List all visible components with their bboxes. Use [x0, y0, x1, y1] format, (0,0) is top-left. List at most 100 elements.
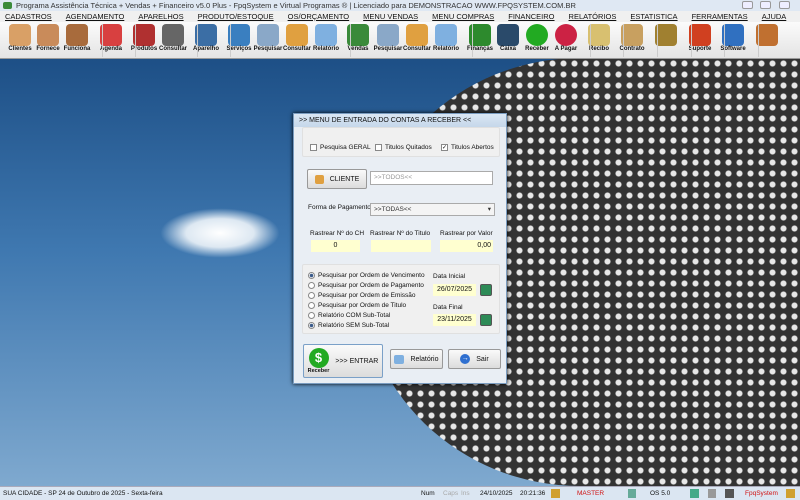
supplier-icon	[37, 24, 59, 46]
clients-icon	[9, 24, 31, 46]
window-title: Programa Assistência Técnica + Vendas + …	[16, 1, 576, 10]
rastrear-ch-label: Rastrear Nº do CH	[310, 230, 365, 237]
toolbar-button-serviços[interactable]: Serviços	[224, 24, 254, 58]
toolbar-button-pesquisar[interactable]: Pesquisar	[253, 24, 283, 58]
pesquisa-geral-checkbox[interactable]: Pesquisa GERAL	[310, 144, 371, 151]
forma-pagamento-select[interactable]: >>TODAS<< ▾	[370, 203, 495, 216]
toolbar-button-coins[interactable]	[651, 24, 681, 58]
select-value: >>TODAS<<	[374, 206, 412, 213]
restore-button[interactable]	[760, 1, 771, 9]
toolbar-button-finanças[interactable]: Finanças	[465, 24, 495, 58]
radio-option[interactable]: Relatório SEM Sub-Total	[308, 322, 389, 329]
minimize-button[interactable]	[742, 1, 753, 9]
toolbar-separator	[102, 24, 103, 57]
calendar-icon[interactable]	[480, 284, 492, 296]
entrar-button[interactable]: $ Receber >>> ENTRAR	[303, 344, 383, 378]
toolbar-button-consultar[interactable]: Consultar	[282, 24, 312, 58]
printer-icon	[315, 24, 337, 46]
chevron-down-icon: ▾	[487, 206, 491, 213]
toolbar-button-consultar[interactable]: Consultar	[402, 24, 432, 58]
toolbar-button-clientes[interactable]: Clientes	[5, 24, 35, 58]
checkbox-box: ✓	[441, 144, 448, 151]
data-inicial-input[interactable]: 26/07/2025	[433, 284, 476, 296]
menu-item[interactable]: FERRAMENTAS	[692, 11, 748, 22]
menu-item[interactable]: MENU VENDAS	[363, 11, 418, 22]
menu-item[interactable]: APARELHOS	[138, 11, 183, 22]
user-icon	[786, 489, 795, 498]
toolbar-button-relatório[interactable]: Relatório	[431, 24, 461, 58]
menu-item[interactable]: ESTATISTICA	[630, 11, 677, 22]
search-doc-icon	[257, 24, 279, 46]
menu-item[interactable]: MENU COMPRAS	[432, 11, 494, 22]
checkbox-label: Pesquisa GERAL	[320, 144, 371, 151]
toolbar-button-funciona[interactable]: Funciona	[62, 24, 92, 58]
toolbar-button-software[interactable]: Software	[718, 24, 748, 58]
cliente-input[interactable]: >>TODOS<<	[370, 171, 493, 185]
user-icon	[551, 489, 560, 498]
menu-item[interactable]: FINANCEIRO	[508, 11, 554, 22]
titulos-abertos-checkbox[interactable]: ✓ Titulos Abertos	[441, 144, 494, 151]
rastrear-ch-input[interactable]: 0	[311, 240, 360, 252]
toolbar-button-relatório[interactable]: Relatório	[311, 24, 341, 58]
toolbar-button-caixa[interactable]: Caixa	[493, 24, 523, 58]
toolbar-button-consultar[interactable]: Consultar	[158, 24, 188, 58]
close-button[interactable]	[779, 1, 790, 9]
radio-circle	[308, 302, 315, 309]
toolbar-button-receber[interactable]: Receber	[522, 24, 552, 58]
sair-button[interactable]: → Sair	[448, 349, 501, 369]
barcode-icon	[162, 24, 184, 46]
toolbar-button-agenda[interactable]: Agenda	[96, 24, 126, 58]
button-label: >>> ENTRAR	[335, 357, 379, 365]
menu-item[interactable]: AGENDAMENTO	[66, 11, 125, 22]
calendar-icon[interactable]	[480, 314, 492, 326]
toolbar-button-suporte[interactable]: Suporte	[685, 24, 715, 58]
toolbar-button-vendas[interactable]: Vendas	[343, 24, 373, 58]
receber-icon-wrap: $ Receber	[308, 348, 329, 374]
relatorio-button[interactable]: Relatório	[390, 349, 443, 369]
toolbar-separator	[350, 24, 351, 57]
toolbar-button-exit[interactable]	[752, 24, 782, 58]
toolbar-button-aparelho[interactable]: Aparelho	[191, 24, 221, 58]
menu-item[interactable]: CADASTROS	[5, 11, 52, 22]
menu-item[interactable]: PRODUTO/ESTOQUE	[198, 11, 274, 22]
toolbar-separator	[472, 24, 473, 57]
title-bar: Programa Assistência Técnica + Vendas + …	[0, 0, 800, 11]
printer-icon	[708, 489, 716, 498]
toolbar-button-a pagar[interactable]: A Pagar	[551, 24, 581, 58]
radio-label: Pesquisar por Ordem de Titulo	[318, 302, 407, 309]
toolbar-button-produtos[interactable]: Produtos	[129, 24, 159, 58]
menu-item[interactable]: OS/ORÇAMENTO	[288, 11, 350, 22]
status-date: 24/10/2025	[480, 490, 513, 497]
printer-icon	[435, 24, 457, 46]
radio-circle	[308, 272, 315, 279]
exit-icon	[756, 24, 778, 46]
rastrear-titulo-input[interactable]	[371, 240, 431, 252]
toolbar-separator	[197, 24, 198, 57]
radio-label: Pesquisar por Ordem de Emissão	[318, 292, 416, 299]
menu-item[interactable]: RELATÓRIOS	[569, 11, 617, 22]
toolbar-button-fornece[interactable]: Fornece	[33, 24, 63, 58]
radio-circle	[308, 282, 315, 289]
toolbar-separator	[590, 24, 591, 57]
radio-option[interactable]: Pesquisar por Ordem de Emissão	[308, 292, 416, 299]
toolbar-button-recibo[interactable]: Recibo	[584, 24, 614, 58]
radio-option[interactable]: Pesquisar por Ordem de Vencimento	[308, 272, 425, 279]
status-num: Num	[421, 490, 435, 497]
dollar-green-icon: $	[308, 348, 329, 368]
radio-option[interactable]: Pesquisar por Ordem de Pagamento	[308, 282, 424, 289]
computer-icon	[725, 489, 734, 498]
data-final-input[interactable]: 23/11/2025	[433, 314, 476, 326]
cliente-button[interactable]: CLIENTE	[307, 169, 367, 189]
radio-option[interactable]: Pesquisar por Ordem de Titulo	[308, 302, 406, 309]
radio-label: Pesquisar por Ordem de Vencimento	[318, 272, 425, 279]
toolbar-button-contrato[interactable]: Contrato	[617, 24, 647, 58]
toolbar-separator	[230, 24, 231, 57]
menu-item[interactable]: AJUDA	[762, 11, 787, 22]
titulos-quitados-checkbox[interactable]: Titulos Quitados	[375, 144, 432, 151]
toolbar-separator	[758, 24, 759, 57]
status-brand: FpqSystem	[745, 490, 778, 497]
rastrear-valor-input[interactable]: 0,00	[440, 240, 493, 252]
toolbar-button-pesquisar[interactable]: Pesquisar	[373, 24, 403, 58]
radio-option[interactable]: Relatório COM Sub-Total	[308, 312, 390, 319]
checkbox-label: Titulos Quitados	[385, 144, 432, 151]
